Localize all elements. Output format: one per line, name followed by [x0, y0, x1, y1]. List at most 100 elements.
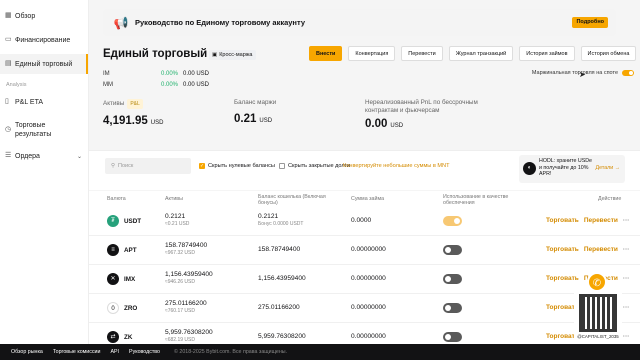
- sidebar-item-pnl[interactable]: ▯ P&L ETA: [0, 92, 88, 112]
- footer-copyright: © 2018-2025 Bybit.com. Все права защищен…: [174, 349, 288, 355]
- page-title: Единый торговый◉: [103, 48, 218, 60]
- assets-amount: 275.01166200: [165, 300, 207, 307]
- wallet-amount: 0.2121: [258, 213, 279, 220]
- hide-closed-checkbox[interactable]: Скрыть закрытые долги: [279, 163, 350, 169]
- promo-details-link[interactable]: Детали →: [595, 165, 620, 172]
- qr-watermark: @CAPITALIST_2035: [574, 290, 622, 344]
- more-icon[interactable]: ···: [623, 246, 630, 253]
- toolbar: Внести Конвертация Перевести Журнал тран…: [309, 46, 637, 61]
- footer-fees-link[interactable]: Торговые комиссии: [53, 349, 101, 355]
- footer-api-link[interactable]: API: [110, 349, 119, 355]
- convert-small-link[interactable]: Конвертируйте небольшие суммы в MNT: [343, 163, 450, 169]
- usdt-icon: ₮: [107, 215, 119, 227]
- footer-market-link[interactable]: Обзор рынка: [11, 349, 43, 355]
- collateral-switch[interactable]: [443, 216, 462, 226]
- transfer-link[interactable]: Перевести: [584, 217, 618, 224]
- mm-row: MM 0.00% 0.00 USD: [103, 82, 209, 88]
- collateral-switch[interactable]: [443, 332, 462, 342]
- mm-label: MM: [103, 82, 113, 88]
- sidebar-item-results[interactable]: ◷ Торговые результаты: [0, 116, 88, 144]
- more-icon[interactable]: ···: [623, 304, 630, 311]
- wallet-amount: 5,959.76308200: [258, 333, 306, 340]
- coin-name: ZRO: [124, 305, 138, 312]
- assets-unit: USD: [150, 120, 164, 126]
- wallet-icon: ▭: [5, 36, 12, 43]
- convert-button[interactable]: Конвертация: [348, 46, 396, 61]
- chevron-down-icon: ⌄: [76, 153, 82, 160]
- trade-link[interactable]: Торговать: [546, 275, 579, 282]
- hide-closed-label: Скрыть закрытые долги: [288, 163, 350, 169]
- guide-banner: 📢 Руководство по Единому торговому аккау…: [103, 9, 616, 36]
- hide-zero-checkbox[interactable]: ✓ Скрыть нулевые балансы: [199, 163, 275, 169]
- trade-link[interactable]: Торговать: [546, 246, 579, 253]
- assets-usd: ≈0.21 USD: [165, 221, 190, 227]
- more-icon[interactable]: ···: [623, 217, 630, 224]
- assets-value: 4,191.95: [103, 115, 148, 127]
- loan-history-button[interactable]: История займов: [519, 46, 575, 61]
- collateral-switch[interactable]: [443, 245, 462, 255]
- assets-cell: 275.01166200 ≈760.17 USD: [165, 300, 207, 315]
- hodl-promo[interactable]: ◐ HODL: храните USDe и получайте до 10% …: [519, 155, 625, 183]
- sidebar-item-label: Финансирование: [15, 36, 71, 44]
- checkbox-box: [279, 163, 285, 169]
- mouse-cursor-icon: ➤: [579, 70, 586, 79]
- sidebar-item-label: Единый торговый: [15, 60, 73, 68]
- loan-amount: 0.00000000: [351, 333, 386, 340]
- imx-icon: ✕: [107, 273, 119, 285]
- sidebar-item-unified[interactable]: ▤ Единый торговый: [0, 54, 88, 74]
- footer: Обзор рынка Торговые комиссии API Руково…: [0, 344, 640, 360]
- collateral-switch[interactable]: [443, 303, 462, 313]
- page-title-text: Единый торговый: [103, 48, 208, 60]
- usde-icon: ◐: [523, 162, 536, 175]
- mm-percent: 0.00%: [161, 82, 179, 88]
- sidebar-item-funding[interactable]: ▭ Финансирование: [0, 30, 88, 50]
- assets-label: Активы: [103, 100, 125, 107]
- pnl-unit: USD: [390, 123, 404, 129]
- assets-cell: 5,959.76308200 ≈682.19 USD: [165, 329, 213, 344]
- assets-usd: ≈760.17 USD: [165, 308, 195, 314]
- spot-margin-label: Маржинальная торговля на споте: [531, 70, 618, 76]
- clock-icon: ◷: [5, 126, 12, 133]
- wallet-amount: 158.78749400: [258, 246, 301, 253]
- cross-margin-chip[interactable]: ▣ Кросс-маржа: [209, 50, 256, 60]
- collateral-switch[interactable]: [443, 274, 462, 284]
- more-icon[interactable]: ···: [623, 275, 630, 282]
- coin-name: APT: [124, 247, 137, 254]
- transfer-button[interactable]: Перевести: [401, 46, 443, 61]
- deposit-button[interactable]: Внести: [309, 46, 343, 61]
- coin-name: USDT: [124, 218, 142, 225]
- search-input[interactable]: ⚲ Поиск: [105, 158, 191, 174]
- spot-margin-toggle[interactable]: [622, 70, 634, 76]
- pnl-badge[interactable]: P&L: [127, 99, 143, 109]
- banner-title: Руководство по Единому торговому аккаунт…: [135, 18, 305, 27]
- assets-amount: 158.78749400: [165, 242, 208, 249]
- im-percent: 0.00%: [161, 71, 179, 77]
- banner-details-button[interactable]: Подробно: [572, 17, 608, 28]
- hide-zero-label: Скрыть нулевые балансы: [208, 163, 275, 169]
- col-collateral: Использование в качестве обеспечения: [443, 194, 509, 206]
- search-icon: ⚲: [111, 163, 116, 169]
- chip-label: Кросс-маржа: [219, 52, 253, 58]
- pnl-value: 0.00: [365, 118, 388, 130]
- trade-link[interactable]: Торговать: [546, 217, 579, 224]
- assets-cell: 158.78749400 ≈967.32 USD: [165, 242, 207, 257]
- transaction-log-button[interactable]: Журнал транзакций: [448, 46, 514, 61]
- footer-guide-link[interactable]: Руководство: [129, 349, 160, 355]
- sidebar-item-orders[interactable]: ☰ Ордера ⌄: [0, 146, 88, 166]
- watermark-text: @CAPITALIST_2035: [577, 334, 619, 339]
- coin-name: IMX: [124, 276, 136, 283]
- asset-table: ₮ USDT 0.2121 ≈0.21 USD 0.2121 Бонус 0.000…: [89, 207, 640, 344]
- assets-usd: ≈967.32 USD: [165, 250, 195, 256]
- pnl-metric: Нереализованный PnL по бессрочным контра…: [365, 99, 505, 130]
- margin-unit: USD: [259, 118, 273, 124]
- sidebar-item-label: P&L ETA: [15, 98, 44, 106]
- sidebar-item-overview[interactable]: ▦ Обзор: [0, 6, 88, 26]
- exchange-history-button[interactable]: История обмена: [580, 46, 637, 61]
- search-placeholder: Поиск: [118, 163, 134, 169]
- more-icon[interactable]: ···: [623, 333, 630, 340]
- sidebar-section-analysis: Analysis: [6, 82, 27, 88]
- sidebar: ▦ Обзор ▭ Финансирование ▤ Единый торговый …: [0, 0, 89, 344]
- transfer-link[interactable]: Перевести: [584, 246, 618, 253]
- pnl-label: Нереализованный PnL по бессрочным контра…: [365, 99, 478, 114]
- assets-cell: 0.2121 ≈0.21 USD: [165, 213, 189, 228]
